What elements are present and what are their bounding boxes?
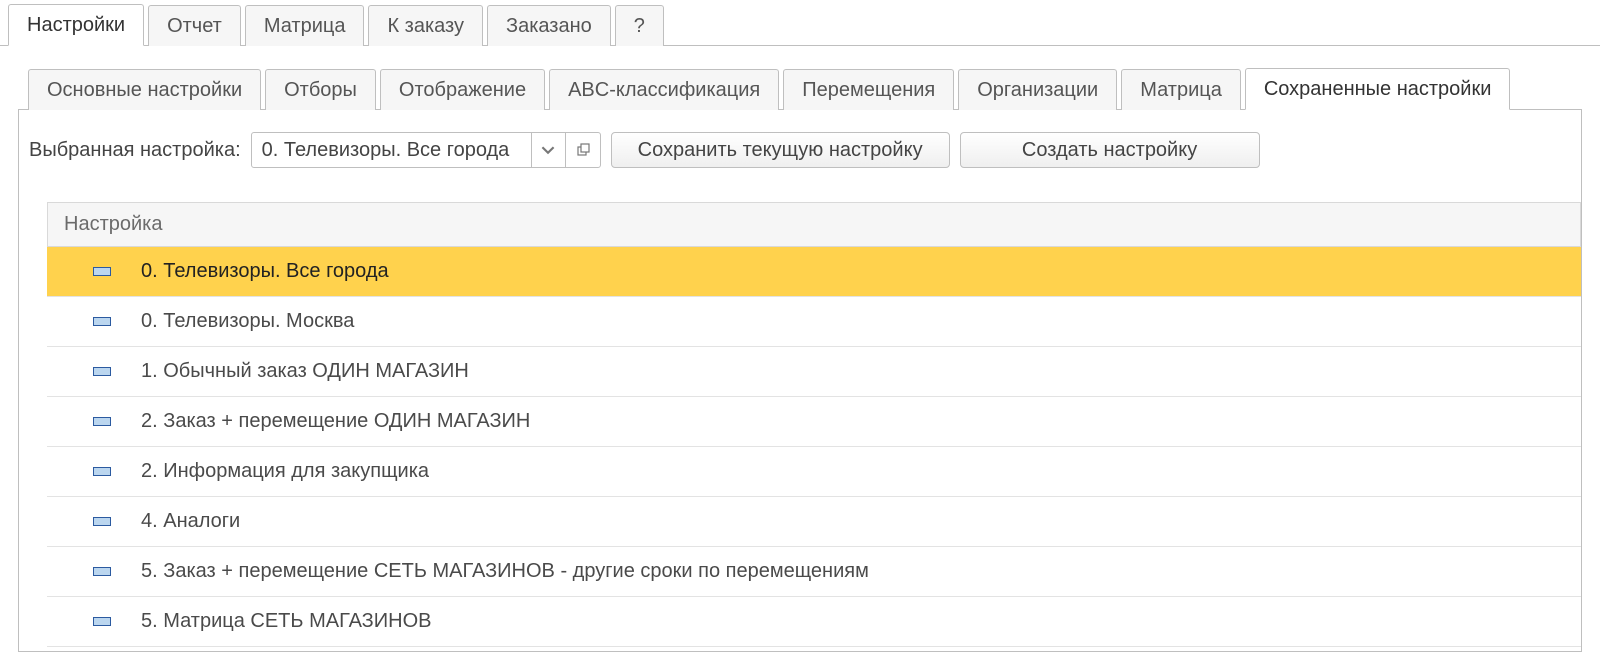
list-item-label: 4. Аналоги xyxy=(141,510,240,533)
tab-primary-3[interactable]: К заказу xyxy=(368,5,483,46)
tab-primary-0[interactable]: Настройки xyxy=(8,4,144,46)
tab-secondary-label: Матрица xyxy=(1140,79,1222,101)
save-current-setting-label: Сохранить текущую настройку xyxy=(638,139,923,162)
list-item[interactable]: 0. Телевизоры. Все города xyxy=(47,247,1581,297)
tab-primary-5[interactable]: ? xyxy=(615,5,664,46)
open-dialog-icon[interactable] xyxy=(566,133,600,167)
list-item[interactable]: 2. Информация для закупщика xyxy=(47,447,1581,497)
selected-setting-value: 0. Телевизоры. Все города xyxy=(252,133,532,167)
setting-item-icon xyxy=(93,317,111,326)
list-item[interactable]: 5. Матрица СЕТЬ МАГАЗИНОВ xyxy=(47,597,1581,647)
tab-primary-label: Матрица xyxy=(264,15,346,37)
list-item-label: 5. Матрица СЕТЬ МАГАЗИНОВ xyxy=(141,610,431,633)
dropdown-caret-icon[interactable] xyxy=(532,133,566,167)
settings-list-area: Настройка 0. Телевизоры. Все города0. Те… xyxy=(18,190,1582,652)
list-item[interactable]: 2. Заказ + перемещение ОДИН МАГАЗИН xyxy=(47,397,1581,447)
tab-secondary-label: Основные настройки xyxy=(47,79,242,101)
tab-secondary-0[interactable]: Основные настройки xyxy=(28,69,261,110)
list-item[interactable]: 0. Телевизоры. Москва xyxy=(47,297,1581,347)
tab-primary-label: Отчет xyxy=(167,15,222,37)
tab-secondary-3[interactable]: ABC-классификация xyxy=(549,69,779,110)
settings-list-header[interactable]: Настройка xyxy=(47,202,1581,247)
list-item[interactable]: 5. Заказ + перемещение СЕТЬ МАГАЗИНОВ - … xyxy=(47,547,1581,597)
setting-item-icon xyxy=(93,517,111,526)
tab-secondary-label: Сохраненные настройки xyxy=(1264,78,1492,100)
create-setting-label: Создать настройку xyxy=(1022,139,1197,162)
toolbar: Выбранная настройка: 0. Телевизоры. Все … xyxy=(18,110,1582,190)
tab-secondary-7[interactable]: Сохраненные настройки xyxy=(1245,68,1511,110)
tab-primary-label: К заказу xyxy=(387,15,464,37)
list-item-label: 2. Информация для закупщика xyxy=(141,460,429,483)
tab-secondary-5[interactable]: Организации xyxy=(958,69,1117,110)
tab-primary-4[interactable]: Заказано xyxy=(487,5,611,46)
tab-secondary-label: Отображение xyxy=(399,79,526,101)
tab-secondary-label: Организации xyxy=(977,79,1098,101)
tab-secondary-2[interactable]: Отображение xyxy=(380,69,545,110)
list-item-label: 2. Заказ + перемещение ОДИН МАГАЗИН xyxy=(141,410,530,433)
tabs-secondary: Основные настройки Отборы Отображение ABC-к… xyxy=(18,64,1582,110)
setting-item-icon xyxy=(93,367,111,376)
setting-item-icon xyxy=(93,617,111,626)
tab-primary-label: ? xyxy=(634,15,645,37)
tab-primary-1[interactable]: Отчет xyxy=(148,5,241,46)
setting-item-icon xyxy=(93,567,111,576)
tab-secondary-1[interactable]: Отборы xyxy=(265,69,376,110)
list-item[interactable]: 4. Аналоги xyxy=(47,497,1581,547)
settings-list-rows: 0. Телевизоры. Все города 0. Телевизоры. … xyxy=(47,247,1581,647)
setting-item-icon xyxy=(93,467,111,476)
tab-secondary-label: ABC-классификация xyxy=(568,79,760,101)
tab-secondary-4[interactable]: Перемещения xyxy=(783,69,954,110)
settings-list-header-label: Настройка xyxy=(64,213,162,236)
list-item-label: 0. Телевизоры. Москва xyxy=(141,310,354,333)
setting-item-icon xyxy=(93,417,111,426)
tabs-primary: Настройки Отчет Матрица К заказу Заказано? xyxy=(0,0,1600,46)
selected-setting-select[interactable]: 0. Телевизоры. Все города xyxy=(251,132,601,168)
save-current-setting-button[interactable]: Сохранить текущую настройку xyxy=(611,132,950,168)
tab-secondary-label: Перемещения xyxy=(802,79,935,101)
list-item-label: 5. Заказ + перемещение СЕТЬ МАГАЗИНОВ - … xyxy=(141,560,869,583)
tab-secondary-label: Отборы xyxy=(284,79,357,101)
list-item-label: 1. Обычный заказ ОДИН МАГАЗИН xyxy=(141,360,469,383)
selected-setting-label: Выбранная настройка: xyxy=(29,139,241,162)
tab-primary-label: Настройки xyxy=(27,14,125,36)
tab-primary-label: Заказано xyxy=(506,15,592,37)
tab-primary-2[interactable]: Матрица xyxy=(245,5,365,46)
tab-secondary-6[interactable]: Матрица xyxy=(1121,69,1241,110)
create-setting-button[interactable]: Создать настройку xyxy=(960,132,1260,168)
list-item-label: 0. Телевизоры. Все города xyxy=(141,260,389,283)
setting-item-icon xyxy=(93,267,111,276)
list-item[interactable]: 1. Обычный заказ ОДИН МАГАЗИН xyxy=(47,347,1581,397)
